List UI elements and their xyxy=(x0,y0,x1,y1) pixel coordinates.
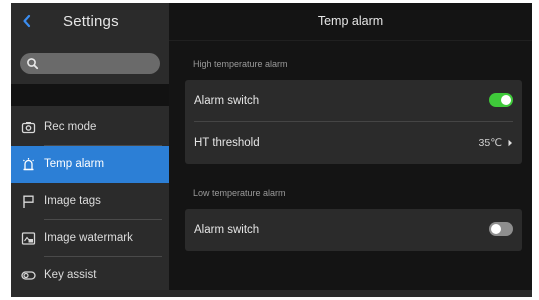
chevron-right-icon xyxy=(508,139,512,147)
toggle-knob xyxy=(501,95,511,105)
sidebar-item-key-assist[interactable]: Key assist xyxy=(11,257,169,294)
camera-icon xyxy=(21,122,36,134)
row-label: Alarm switch xyxy=(194,95,260,107)
search-box[interactable] xyxy=(20,53,160,74)
high-temp-card: Alarm switch HT threshold 35℃ xyxy=(185,80,522,164)
back-button[interactable] xyxy=(17,11,37,31)
back-arrow-icon xyxy=(23,14,31,28)
sidebar-item-temp-alarm[interactable]: Temp alarm xyxy=(11,146,169,183)
ht-threshold-row[interactable]: HT threshold 35℃ xyxy=(185,122,522,164)
sidebar-divider-block xyxy=(11,84,169,106)
device-screen: Settings Rec mode Temp alarm Image tags … xyxy=(11,3,532,297)
sidebar-item-image-watermark[interactable]: Image watermark xyxy=(11,220,169,257)
sidebar-item-label: Image watermark xyxy=(44,232,133,244)
sidebar: Settings Rec mode Temp alarm Image tags … xyxy=(11,3,169,297)
low-temp-card: Alarm switch xyxy=(185,209,522,251)
ht-threshold-value: 35℃ xyxy=(478,137,502,149)
section-label-low-temp: Low temperature alarm xyxy=(193,188,286,198)
sidebar-item-rec-mode[interactable]: Rec mode xyxy=(11,109,169,146)
low-temp-alarm-toggle[interactable] xyxy=(489,222,513,236)
flag-icon xyxy=(23,195,34,208)
search-input[interactable] xyxy=(42,55,154,72)
sidebar-item-image-tags[interactable]: Image tags xyxy=(11,183,169,220)
thermometer-alarm-icon xyxy=(22,158,35,171)
high-temp-alarm-switch-row[interactable]: Alarm switch xyxy=(185,80,522,122)
toggle-knob xyxy=(491,224,501,234)
row-label: Alarm switch xyxy=(194,224,260,236)
row-label: HT threshold xyxy=(194,137,260,149)
section-label-high-temp: High temperature alarm xyxy=(193,59,288,69)
watermark-icon xyxy=(21,232,36,245)
page-title: Temp alarm xyxy=(317,14,384,28)
sidebar-item-label: Image tags xyxy=(44,195,101,207)
sidebar-header: Settings xyxy=(11,3,169,41)
toggle-key-icon xyxy=(21,271,36,280)
sidebar-item-label: Key assist xyxy=(44,269,97,281)
low-temp-alarm-switch-row[interactable]: Alarm switch xyxy=(185,209,522,251)
sidebar-item-label: Rec mode xyxy=(44,121,97,133)
bottom-strip xyxy=(169,290,532,297)
high-temp-alarm-toggle[interactable] xyxy=(489,93,513,107)
sidebar-item-label: Temp alarm xyxy=(44,158,105,170)
sidebar-title: Settings xyxy=(63,13,119,30)
main-panel: Temp alarm High temperature alarm Alarm … xyxy=(169,3,532,297)
main-header: Temp alarm xyxy=(169,3,532,41)
sidebar-nav: Rec mode Temp alarm Image tags Image wat… xyxy=(11,109,169,294)
search-icon xyxy=(27,58,39,70)
